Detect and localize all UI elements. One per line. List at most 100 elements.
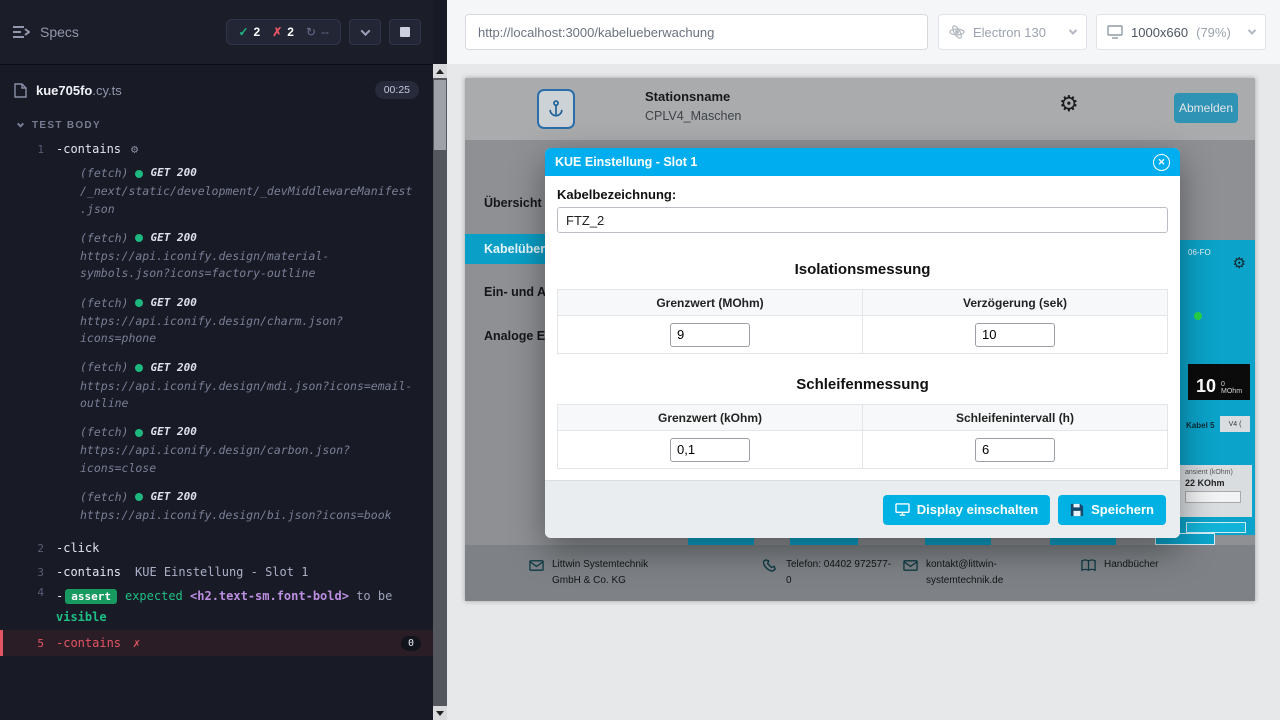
- assert-message: -assertexpected <h2.text-sm.font-bold> t…: [56, 586, 416, 628]
- nav-item-kabelueberwachung[interactable]: Kabelüberw: [465, 234, 557, 264]
- fetch-log-entry[interactable]: (fetch)GET 200 https://api.iconify.desig…: [80, 424, 415, 477]
- loop-col-grenzwert: Grenzwert (kOhm): [558, 405, 863, 431]
- measurement-label: ansient (kOhm): [1185, 469, 1247, 476]
- aut-toolbar: Electron 130 1000x660 (79%): [447, 0, 1280, 64]
- display-unit: 0 MOhm: [1221, 381, 1246, 395]
- browser-name: Electron 130: [973, 25, 1046, 40]
- iso-grenzwert-input[interactable]: [670, 323, 750, 347]
- status-dot-icon: [135, 364, 143, 372]
- cross-icon: ✗: [272, 25, 282, 39]
- command-row-assert[interactable]: 4 -assertexpected <h2.text-sm.font-bold>…: [0, 584, 433, 630]
- app-footer: Littwin Systemtechnik GmbH & Co. KG Tele…: [465, 545, 1255, 601]
- fetch-url: https://api.iconify.design/bi.json?icons…: [80, 507, 415, 524]
- stop-tests-button[interactable]: [389, 19, 421, 45]
- fetch-log-entry[interactable]: (fetch)GET 200 https://api.iconify.desig…: [80, 489, 415, 525]
- stat-failed: ✗2: [272, 25, 294, 39]
- modal-title: KUE Einstellung - Slot 1: [555, 155, 697, 169]
- test-body-section[interactable]: TEST BODY: [0, 112, 433, 137]
- station-name: CPLV4_Maschen: [645, 109, 741, 123]
- footer-company: Littwin Systemtechnik GmbH & Co. KG: [529, 557, 719, 588]
- logout-button[interactable]: Abmelden: [1174, 93, 1238, 123]
- fetch-log-entry[interactable]: (fetch)GET 200 /_next/static/development…: [80, 165, 415, 218]
- cable-designation-label: Kabelbezeichnung:: [557, 187, 1168, 202]
- chevron-down-icon: [360, 26, 370, 36]
- fetch-status: GET 200: [150, 230, 196, 247]
- gear-icon: ⚙: [131, 142, 138, 156]
- specs-label[interactable]: Specs: [40, 24, 79, 40]
- fetch-status: GET 200: [150, 424, 196, 441]
- spec-ext: .cy.ts: [92, 83, 121, 98]
- gear-icon[interactable]: ⚙: [1233, 256, 1246, 271]
- iso-col-verzoegerung: Verzögerung (sek): [863, 290, 1168, 316]
- triangle-up-icon: [436, 69, 444, 74]
- display-icon: [895, 503, 910, 516]
- fetch-label: (fetch): [80, 295, 128, 312]
- close-icon[interactable]: ✕: [1153, 154, 1170, 171]
- url-input[interactable]: [465, 14, 928, 50]
- command-row-contains-2[interactable]: 3 -contains KUE Einstellung - Slot 1: [0, 560, 433, 584]
- nav-item-ein-und-ausgaenge[interactable]: Ein- und Au: [484, 285, 554, 299]
- specs-menu-icon[interactable]: [12, 25, 30, 39]
- slot-tag: 06-FO: [1188, 248, 1211, 257]
- command-row-contains-1[interactable]: 1 -contains ⚙: [0, 137, 433, 161]
- assert-mid: to be: [356, 589, 392, 603]
- spec-row[interactable]: kue705fo.cy.ts 00:25: [0, 68, 433, 112]
- status-dot-icon: [135, 234, 143, 242]
- settings-gear-icon[interactable]: ⚙: [1059, 93, 1079, 115]
- loop-intervall-input[interactable]: [975, 438, 1055, 462]
- chevron-down-icon: [17, 121, 24, 128]
- command-row-click[interactable]: 2 -click: [0, 536, 433, 560]
- footer-manuals[interactable]: Handbücher: [1081, 557, 1158, 573]
- cable-label: Kabel 5: [1186, 421, 1214, 430]
- failed-count: 2: [287, 25, 294, 39]
- fetch-url: https://api.iconify.design/mdi.json?icon…: [80, 378, 415, 413]
- save-icon: [1070, 503, 1084, 517]
- loop-cell-grenzwert: [558, 431, 863, 469]
- passed-count: 2: [254, 25, 261, 39]
- nav-item-analoge-eingaenge[interactable]: Analoge Ei: [484, 329, 549, 343]
- panel-button[interactable]: [1186, 522, 1246, 533]
- app-header: Stationsname CPLV4_Maschen ⚙ Abmelden: [465, 78, 1255, 140]
- collapse-all-button[interactable]: [349, 19, 381, 45]
- sidebar-scrollbar[interactable]: [433, 64, 447, 720]
- fetch-log-entry[interactable]: (fetch)GET 200 https://api.iconify.desig…: [80, 230, 415, 283]
- loop-heading: Schleifenmessung: [557, 376, 1168, 393]
- aut-region: Stationsname CPLV4_Maschen ⚙ Abmelden Üb…: [447, 64, 1280, 720]
- test-body-label: TEST BODY: [32, 120, 101, 131]
- save-button[interactable]: Speichern: [1058, 495, 1166, 525]
- mail-icon: [903, 558, 918, 573]
- assert-visible: visible: [56, 610, 107, 624]
- chevron-down-icon: [1069, 26, 1077, 34]
- scroll-down-arrow[interactable]: [433, 706, 447, 720]
- book-icon: [1081, 558, 1096, 573]
- command-name: -contains: [56, 636, 121, 650]
- fetch-log-entry[interactable]: (fetch)GET 200 https://api.iconify.desig…: [80, 295, 415, 348]
- scroll-up-arrow[interactable]: [433, 64, 447, 78]
- measurement-input[interactable]: [1185, 491, 1241, 503]
- cypress-reporter: Specs ✓2 ✗2 ↻-- kue705fo.cy.ts 00:25 TES…: [0, 0, 433, 720]
- refresh-icon: ↻: [306, 25, 316, 39]
- command-row-contains-failed[interactable]: 5 -contains ✗ 0: [0, 630, 433, 656]
- kue-settings-modal: KUE Einstellung - Slot 1 ✕ Kabelbezeichn…: [545, 148, 1180, 538]
- iso-verzoegerung-input[interactable]: [975, 323, 1055, 347]
- assert-element: <h2.text-sm.font-bold>: [190, 589, 349, 603]
- browser-select[interactable]: Electron 130: [938, 14, 1087, 50]
- viewport-select[interactable]: 1000x660 (79%): [1096, 14, 1266, 50]
- iso-cell-grenzwert: [558, 316, 863, 354]
- command-number: 2: [0, 542, 56, 555]
- cable-designation-input[interactable]: [557, 207, 1168, 233]
- viewport-icon: [1107, 25, 1123, 39]
- scrollbar-thumb[interactable]: [434, 80, 446, 150]
- anchor-icon: [546, 98, 566, 120]
- fetch-url: https://api.iconify.design/material-symb…: [80, 248, 415, 283]
- measurement-box: ansient (kOhm) 22 KOhm: [1180, 465, 1252, 517]
- footer-email[interactable]: kontakt@littwin-systemtechnik.de: [903, 557, 1018, 588]
- fetch-log-entry[interactable]: (fetch)GET 200 https://api.iconify.desig…: [80, 359, 415, 412]
- nav-item-uebersicht[interactable]: Übersicht: [484, 196, 542, 210]
- phone-text: Telefon: 04402 972577-0: [786, 557, 894, 588]
- display-on-button[interactable]: Display einschalten: [883, 495, 1050, 525]
- viewport-size: 1000x660: [1131, 25, 1188, 40]
- viewport-zoom: (79%): [1196, 25, 1231, 40]
- loop-grenzwert-input[interactable]: [670, 438, 750, 462]
- slot-panel: 06-FO ⚙ 10 0 MOhm Kabel 5 V4 ( ansient (…: [1180, 240, 1255, 535]
